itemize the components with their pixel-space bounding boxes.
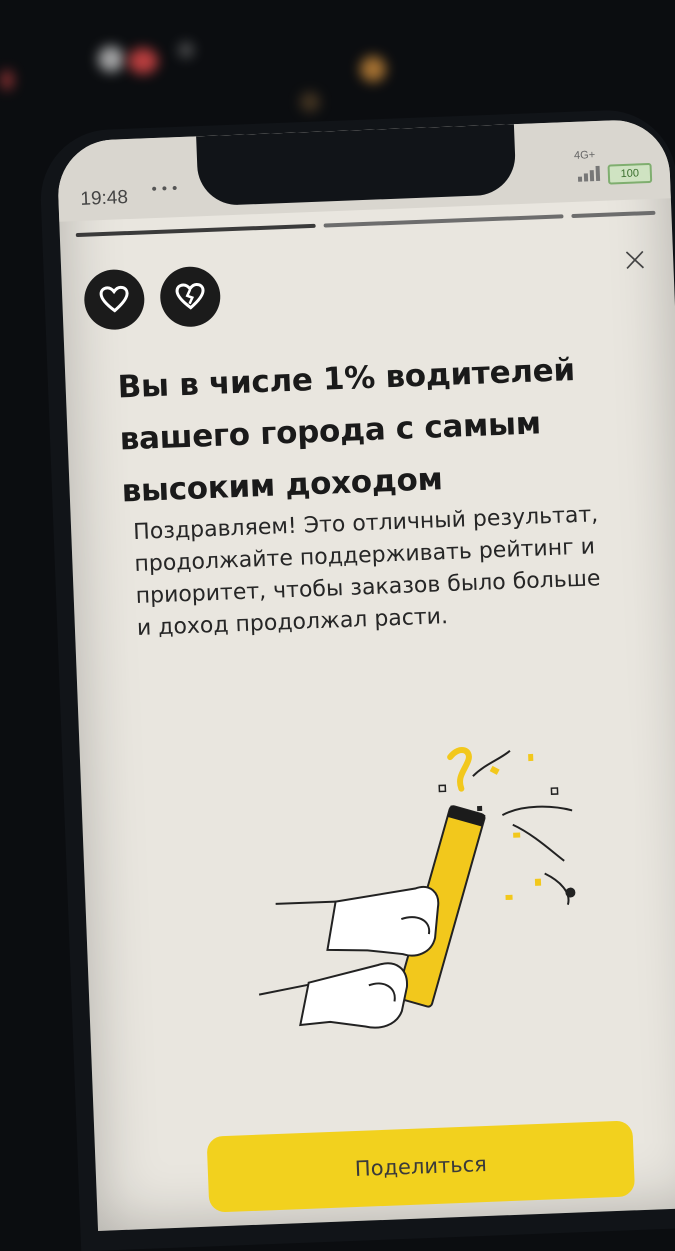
story-segment [75, 223, 316, 238]
story-segment [323, 214, 564, 228]
close-icon[interactable]: × [620, 239, 650, 280]
bokeh-light [300, 92, 320, 112]
phone-screen: 19:48 ••• 4G+ 100 × Вы в числе 1% водите… [56, 118, 675, 1231]
story-body: Поздравляем! Это отличный результат, про… [132, 502, 601, 641]
share-button[interactable]: Поделиться [206, 1120, 636, 1213]
party-popper-illustration [258, 747, 576, 1029]
bokeh-light [98, 46, 124, 72]
like-button[interactable] [83, 268, 146, 331]
clock: 19:48 [80, 187, 129, 210]
battery-icon: 100 [607, 162, 653, 185]
bokeh-light [128, 48, 158, 74]
dislike-button[interactable] [159, 265, 222, 328]
heart-icon [99, 285, 129, 313]
broken-heart-icon [175, 282, 205, 310]
network-type: 4G+ [573, 149, 596, 162]
more-dots: ••• [149, 181, 182, 199]
story-title: Вы в числе 1% водителей вашего города с … [117, 352, 576, 510]
signal-icon [577, 165, 605, 182]
bokeh-light [178, 42, 194, 58]
notch [196, 124, 517, 207]
story-segment [571, 210, 656, 219]
bokeh-light [360, 56, 386, 82]
bokeh-light [0, 70, 14, 90]
